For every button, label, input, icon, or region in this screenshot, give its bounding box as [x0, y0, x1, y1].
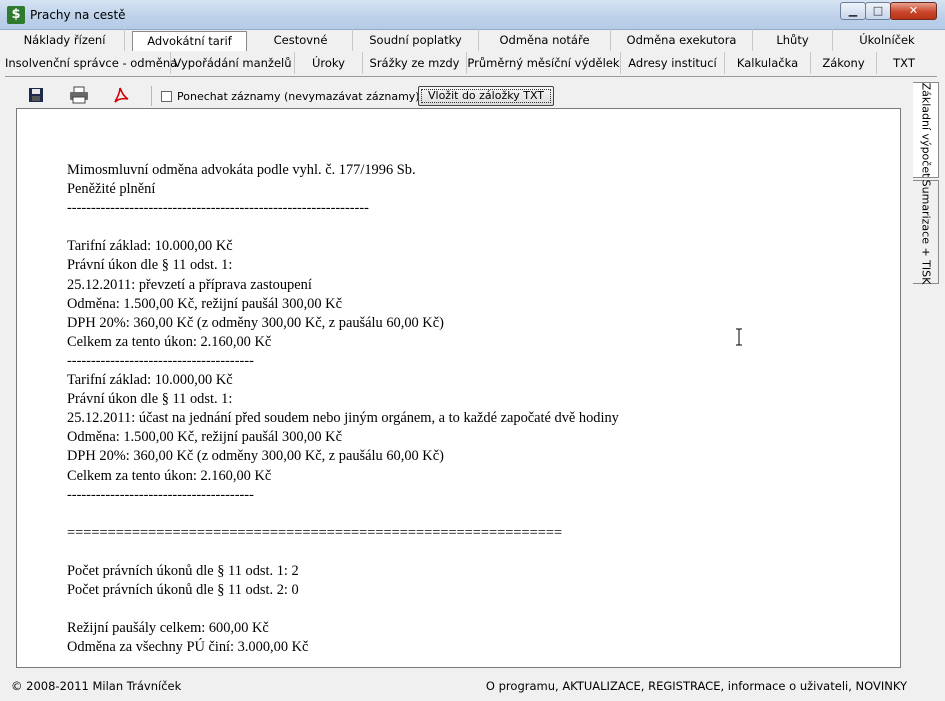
text-line: DPH 20%: 360,00 Kč (z odměny 300,00 Kč, …	[67, 448, 444, 465]
status-bar: © 2008-2011 Milan Trávníček O programu, …	[0, 676, 945, 701]
keep-records-label: Ponechat záznamy (nevymazávat záznamy)	[177, 89, 420, 103]
text-line: ========================================…	[67, 524, 563, 541]
text-line: ---------------------------------------	[67, 486, 254, 503]
tab-odmena-exekutora[interactable]: Odměna exekutora	[611, 29, 753, 51]
tab-ukolnicek[interactable]: Úkolníček	[833, 29, 941, 51]
text-line: Celkem za tento úkon: 2.160,00 Kč	[67, 333, 272, 350]
toolbar-separator	[151, 86, 152, 106]
text-line: 25.12.2011: účast na jednání před soudem…	[67, 410, 619, 427]
text-line: Celkem za tento úkon: 2.160,00 Kč	[67, 467, 272, 484]
title-bar: $ Prachy na cestě ▁ □ ✕	[0, 0, 945, 30]
tab-naklady-rizeni[interactable]: Náklady řízení	[5, 29, 125, 51]
toolbar: Ponechat záznamy (nevymazávat záznamy) V…	[16, 84, 896, 108]
tab-insolvencni-spravce[interactable]: Insolvenční správce - odměna	[5, 52, 177, 74]
text-line: Peněžité plnění	[67, 181, 156, 198]
window-title: Prachy na cestě	[30, 8, 126, 22]
text-line	[67, 600, 619, 619]
text-line: Režijní paušály celkem: 600,00 Kč	[67, 620, 269, 637]
about-link[interactable]: O programu, AKTUALIZACE, REGISTRACE, inf…	[486, 677, 907, 695]
print-icon[interactable]	[69, 86, 89, 106]
text-line: Tarifní základ: 10.000,00 Kč	[67, 238, 233, 255]
tab-adresy-instituci[interactable]: Adresy institucí	[621, 52, 725, 74]
result-text-area[interactable]: Mimosmluvní odměna advokáta podle vyhl. …	[16, 108, 901, 668]
text-line: Právní úkon dle § 11 odst. 1:	[67, 257, 233, 274]
tab-srazky-ze-mzdy[interactable]: Srážky ze mzdy	[363, 52, 467, 74]
text-line: ---------------------------------------	[67, 352, 254, 369]
text-line: Tarifní základ: 10.000,00 Kč	[67, 372, 233, 389]
copyright-text: © 2008-2011 Milan Trávníček	[11, 679, 182, 693]
tab-prumerny-vydelek[interactable]: Průměrný měsíční výdělek	[467, 52, 621, 74]
text-line	[67, 543, 619, 562]
text-line: Odměna: 1.500,00 Kč, režijní paušál 300,…	[67, 429, 342, 446]
tab-soudni-poplatky[interactable]: Soudní poplatky	[353, 29, 479, 51]
pdf-icon[interactable]	[112, 86, 132, 106]
text-line: 25.12.2011: převzetí a příprava zastoupe…	[67, 276, 312, 293]
text-line: Mimosmluvní odměna advokáta podle vyhl. …	[67, 162, 416, 178]
text-line: Počet právních úkonů dle § 11 odst. 1: 2	[67, 562, 299, 579]
text-line	[67, 218, 619, 237]
tab-zakony[interactable]: Zákony	[811, 52, 877, 74]
side-tab-zakladni-vypocet[interactable]: Základní výpočet	[913, 82, 939, 178]
tab-kalkulacka[interactable]: Kalkulačka	[725, 52, 811, 74]
tab-vyporadani-manzelu[interactable]: Vypořádání manželů	[171, 52, 295, 74]
side-tab-label: Základní výpočet	[919, 82, 932, 178]
tab-advokatni-tarif[interactable]: Advokátní tarif	[132, 31, 247, 51]
text-cursor-icon	[735, 328, 743, 346]
keep-records-checkbox[interactable]	[161, 90, 172, 102]
text-line: Odměna: 1.500,00 Kč, režijní paušál 300,…	[67, 295, 342, 312]
tab-txt[interactable]: TXT	[877, 52, 931, 74]
tab-divider	[5, 76, 937, 77]
minimize-button[interactable]: ▁	[840, 2, 866, 20]
tab-odmena-notare[interactable]: Odměna notáře	[479, 29, 611, 51]
result-text: Mimosmluvní odměna advokáta podle vyhl. …	[67, 161, 619, 657]
close-button[interactable]: ✕	[890, 2, 937, 20]
text-line: Odměna za všechny PÚ činí: 3.000,00 Kč	[67, 639, 309, 656]
tab-lhuty[interactable]: Lhůty	[753, 29, 833, 51]
side-tab-sumarizace-tisk[interactable]: Sumarizace + TISK	[913, 180, 939, 284]
keep-records-option[interactable]: Ponechat záznamy (nevymazávat záznamy)	[161, 88, 420, 104]
app-icon: $	[7, 6, 25, 24]
text-line: DPH 20%: 360,00 Kč (z odměny 300,00 Kč, …	[67, 314, 444, 331]
tab-uroky[interactable]: Úroky	[295, 52, 363, 74]
maximize-button[interactable]: □	[865, 2, 891, 20]
save-icon[interactable]	[27, 86, 47, 106]
text-line: Počet právních úkonů dle § 11 odst. 2: 0	[67, 582, 299, 599]
text-line: ----------------------------------------…	[67, 200, 369, 217]
tab-cestovne[interactable]: Cestovné	[249, 29, 353, 51]
text-line: Právní úkon dle § 11 odst. 1:	[67, 391, 233, 408]
text-line	[67, 505, 619, 524]
insert-to-txt-button[interactable]: Vložit do záložky TXT	[418, 86, 554, 106]
side-tab-label: Sumarizace + TISK	[919, 179, 932, 285]
